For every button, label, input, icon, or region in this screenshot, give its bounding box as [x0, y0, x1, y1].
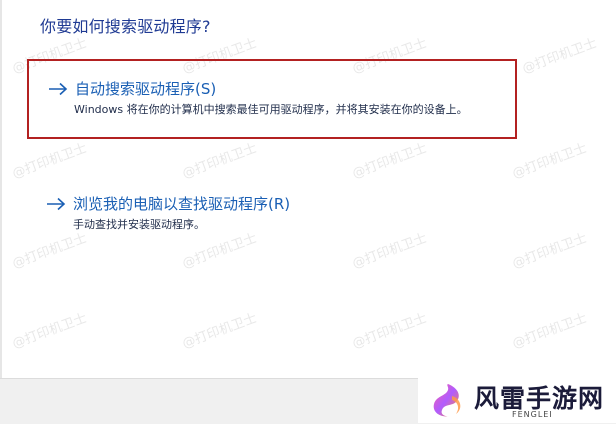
background-watermark: @打印机卫士	[520, 35, 599, 77]
auto-search-description: Windows 将在你的计算机中搜索最佳可用驱动程序，并将其安装在你的设备上。	[74, 103, 468, 116]
driver-search-dialog: @打印机卫士 @打印机卫士 @打印机卫士 @打印机卫士 @打印机卫士 @打印机卫…	[0, 0, 616, 424]
background-watermark: @打印机卫士	[180, 140, 259, 182]
dialog-question: 你要如何搜索驱动程序?	[40, 17, 211, 36]
arrow-right-icon	[49, 82, 68, 95]
browse-computer-title: 浏览我的电脑以查找驱动程序(R)	[73, 195, 291, 213]
background-watermark: @打印机卫士	[10, 310, 89, 352]
window-edge	[0, 0, 2, 378]
background-watermark: @打印机卫士	[510, 230, 589, 272]
background-watermark: @打印机卫士	[10, 140, 89, 182]
auto-search-title: 自动搜索驱动程序(S)	[75, 80, 217, 98]
background-watermark: @打印机卫士	[350, 310, 429, 352]
browse-computer-row: 浏览我的电脑以查找驱动程序(R)	[45, 193, 290, 214]
background-watermark: @打印机卫士	[510, 140, 589, 182]
brand-subtitle: FENGLEI	[512, 410, 553, 419]
background-watermark: @打印机卫士	[180, 310, 259, 352]
arrow-right-icon	[47, 197, 66, 210]
browse-computer-description: 手动查找并安装驱动程序。	[73, 218, 205, 231]
auto-search-row: 自动搜索驱动程序(S)	[47, 78, 216, 99]
browse-computer-option[interactable]: 浏览我的电脑以查找驱动程序(R) 手动查找并安装驱动程序。	[27, 183, 517, 243]
brand-logo-icon	[433, 384, 461, 417]
background-watermark: @打印机卫士	[350, 140, 429, 182]
auto-search-option[interactable]: 自动搜索驱动程序(S) Windows 将在你的计算机中搜索最佳可用驱动程序，并…	[27, 59, 517, 139]
background-watermark: @打印机卫士	[510, 310, 589, 352]
